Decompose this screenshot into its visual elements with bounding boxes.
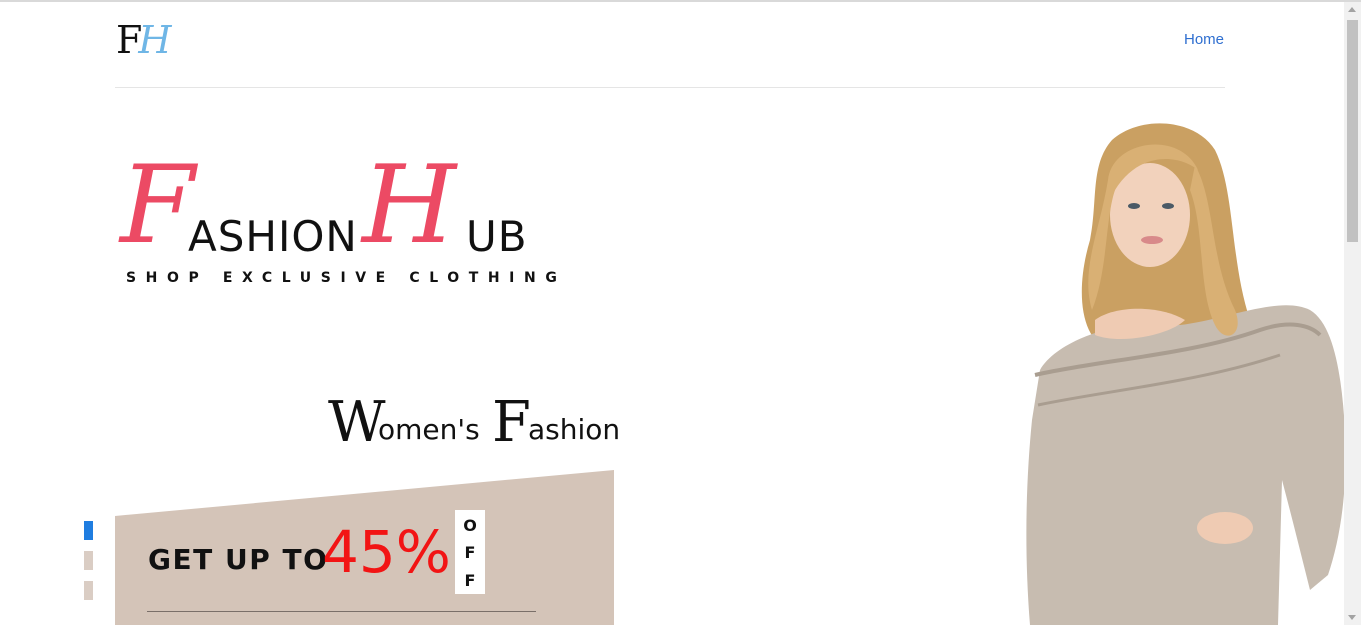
brand-cap-f: F [120, 143, 195, 268]
title-rest-ashion: ashion [528, 413, 621, 446]
promo-text: GET UP TO [148, 543, 329, 576]
off-letter: F [464, 543, 476, 562]
promo-divider [147, 611, 536, 612]
off-letter: O [463, 516, 477, 535]
slider-dot-3[interactable] [84, 581, 93, 600]
window-top-border [0, 0, 1361, 2]
off-letter: F [464, 571, 476, 590]
title-cap-w: W [328, 390, 386, 455]
brand-wordmark: F ASHION H UB [118, 150, 558, 290]
brand-tagline: SHOP EXCLUSIVE CLOTHING [126, 270, 567, 286]
header-divider [115, 87, 1225, 88]
logo-letter-h: H [138, 18, 172, 62]
model-image [1026, 123, 1346, 625]
scroll-up-icon[interactable] [1348, 7, 1356, 12]
title-rest-omens: omen's [378, 413, 480, 446]
slider-dot-1[interactable] [84, 521, 93, 540]
promo-percent: 45% [322, 518, 451, 586]
scrollbar-thumb[interactable] [1347, 20, 1358, 242]
title-cap-f: F [492, 390, 531, 455]
brand-cap-h: H [362, 143, 457, 268]
brand-word-ashion: ASHION [188, 212, 358, 261]
scroll-down-icon[interactable] [1348, 615, 1356, 620]
site-logo[interactable]: FH [116, 20, 172, 60]
section-title: W omen's F ashion [328, 390, 628, 455]
promo-off-label: O F F [455, 510, 485, 594]
brand-word-ub: UB [466, 212, 528, 261]
vertical-scrollbar[interactable] [1344, 2, 1361, 625]
slider-dot-2[interactable] [84, 551, 93, 570]
nav-link-home[interactable]: Home [1184, 31, 1224, 48]
